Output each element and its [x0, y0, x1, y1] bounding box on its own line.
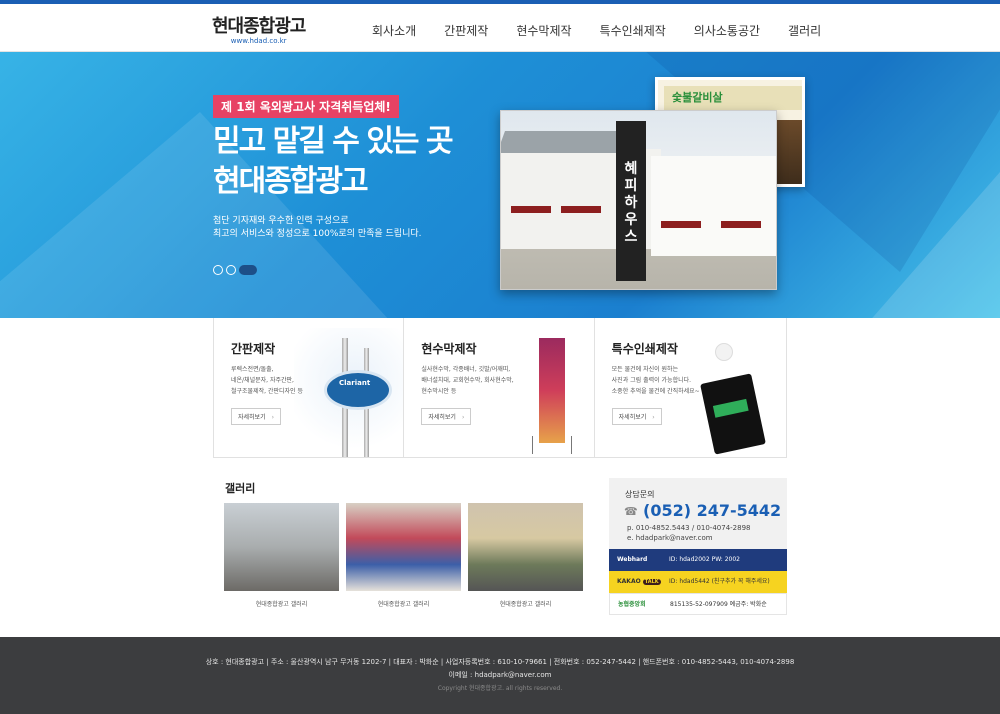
sign-oval-text: Clariant	[339, 379, 371, 387]
site-footer: 상호 : 현대종합광고 | 주소 : 울산광역시 남구 무거동 1202-7 |…	[0, 637, 1000, 714]
more-button[interactable]: 자세히보기	[231, 408, 282, 425]
x-banner-image	[539, 338, 566, 443]
gallery-caption[interactable]: 현대종합광고 갤러리	[468, 599, 583, 608]
logo-url: www.hdad.co.kr	[230, 37, 287, 45]
service-card-banner: 현수막제작 실사현수막, 각종배너, 깃발/어깨띠, 배너설치대, 교회현수막,…	[404, 318, 595, 457]
bank-info: 815135-52-097909 예금주: 박화순	[670, 601, 767, 608]
service-desc-line: 철구조물제작, 간판디자인 등	[231, 388, 303, 395]
hero-bg-shape	[860, 172, 1000, 318]
footer-copyright: Copyright 현대종합광고. all rights reserved.	[437, 685, 563, 692]
hero-description: 첨단 기자재와 우수한 인력 구성으로 최고의 서비스와 정성으로 100%로의…	[213, 215, 422, 241]
hero-headline-line1: 믿고 맡길 수 있는 곳	[213, 124, 454, 159]
service-desc-line: 네온/채널문자, 자주간판,	[231, 377, 294, 384]
photo-roof	[501, 131, 626, 153]
contact-mobile: p. 010-4852.5443 / 010-4074-2898	[627, 524, 751, 532]
service-desc-line: 모든 물건에 자신이 원하는	[611, 366, 679, 373]
more-button[interactable]: 자세히보기	[611, 408, 662, 425]
slider-dot-2[interactable]	[226, 265, 236, 275]
photo-awning	[721, 221, 761, 228]
gallery-item[interactable]: 현대종합광고 갤러리	[468, 503, 583, 608]
nav-company[interactable]: 회사소개	[372, 22, 416, 39]
bank-row: 농협중앙회 815135-52-097909 예금주: 박화순	[609, 593, 787, 615]
nav-banner[interactable]: 현수막제작	[516, 22, 571, 39]
golf-ball-image	[714, 343, 733, 361]
main-nav: 회사소개 간판제작 현수막제작 특수인쇄제작 의사소통공간 갤러리	[350, 22, 849, 39]
kakao-talk-icon: TALK	[642, 579, 661, 585]
notebook-label	[712, 398, 749, 418]
kakao-row: KAKAO TALK ID: hdad5442 (친구추가 꼭 해주세요)	[609, 571, 787, 593]
kakao-label: KAKAO TALK	[617, 571, 661, 593]
nav-special-print[interactable]: 특수인쇄제작	[600, 22, 666, 39]
gallery-thumbnail[interactable]	[468, 503, 583, 591]
gallery-list: 현대종합광고 갤러리 현대종합광고 갤러리 현대종합광고 갤러리	[224, 503, 590, 608]
nav-community[interactable]: 의사소통공간	[694, 22, 760, 39]
service-title: 특수인쇄제작	[611, 342, 678, 356]
gallery-title: 갤러리	[225, 482, 256, 495]
gallery-item[interactable]: 현대종합광고 갤러리	[224, 503, 339, 608]
logo[interactable]: 현대종합광고 www.hdad.co.kr	[212, 12, 306, 45]
slider-pagination	[213, 265, 260, 275]
service-desc-line: 현수막시안 등	[421, 388, 457, 395]
kakao-info: ID: hdad5442 (친구추가 꼭 해주세요)	[669, 578, 770, 585]
nav-sign[interactable]: 간판제작	[444, 22, 488, 39]
footer-email: 이메일 : hdadpark@naver.com	[448, 671, 552, 679]
photo-pillar-text: 혜피하우스	[624, 161, 638, 245]
hero-badge: 제 1회 옥외광고사 자격취득업체!	[213, 95, 399, 118]
phone-icon: ☎	[624, 505, 638, 518]
photo-awning	[511, 206, 551, 213]
service-card-special-print: 특수인쇄제작 모든 물건에 자신이 원하는 사진과 그림 출력이 가능합니다. …	[594, 318, 786, 457]
photo-sign-text: 숯불갈비살	[672, 91, 723, 104]
services-section: Clariant 간판제작 루렉스전면/돌출, 네온/채널문자, 자주간판, 철…	[213, 318, 787, 458]
contact-details: p. 010-4852.5443 / 010-4074-2898 e. hdad…	[627, 523, 750, 543]
photo-house-right	[651, 156, 776, 256]
gallery-thumbnail[interactable]	[224, 503, 339, 591]
logo-title: 현대종합광고	[212, 16, 306, 37]
gallery-caption[interactable]: 현대종합광고 갤러리	[346, 599, 461, 608]
gallery-item[interactable]: 현대종합광고 갤러리	[346, 503, 461, 608]
service-desc-line: 소중한 추억을 물건에 간직하세요~	[611, 388, 700, 395]
slider-dot-1[interactable]	[213, 265, 223, 275]
service-desc-line: 실사현수막, 각종배너, 깃발/어깨띠,	[421, 366, 511, 373]
hero-banner: 제 1회 옥외광고사 자격취득업체! 믿고 맡길 수 있는 곳 현대종합광고 첨…	[0, 52, 1000, 318]
service-desc-line: 배너설치대, 교회현수막, 회사현수막,	[421, 377, 514, 384]
service-description: 모든 물건에 자신이 원하는 사진과 그림 출력이 가능합니다. 소중한 추억을…	[612, 364, 722, 397]
photo-awning	[561, 206, 601, 213]
hero-desc-line2: 최고의 서비스와 정성으로 100%로의 만족을 드립니다.	[213, 229, 422, 239]
service-desc-line: 사진과 그림 출력이 가능합니다.	[611, 377, 692, 384]
hero-headline-line2: 현대종합광고	[213, 164, 369, 199]
gallery-thumbnail[interactable]	[346, 503, 461, 591]
hero-photo-front: 혜피하우스	[500, 110, 777, 290]
contact-box: 상담문의 ☎ (052) 247-5442 p. 010-4852.5443 /…	[609, 478, 787, 615]
hero-desc-line1: 첨단 기자재와 우수한 인력 구성으로	[213, 216, 349, 226]
service-title: 간판제작	[231, 342, 276, 356]
webhard-label: Webhard	[617, 556, 648, 563]
service-description: 실사현수막, 각종배너, 깃발/어깨띠, 배너설치대, 교회현수막, 회사현수막…	[421, 364, 531, 397]
service-title: 현수막제작	[421, 342, 477, 356]
contact-phone[interactable]: (052) 247-5442	[643, 501, 781, 520]
service-card-sign: Clariant 간판제작 루렉스전면/돌출, 네온/채널문자, 자주간판, 철…	[214, 318, 405, 457]
hero-headline: 믿고 맡길 수 있는 곳 현대종합광고	[213, 122, 454, 202]
slider-dot-3-active[interactable]	[239, 265, 257, 275]
bank-label: 농협중앙회	[618, 601, 646, 608]
photo-sign: 숯불갈비살	[664, 86, 802, 110]
service-desc-line: 루렉스전면/돌출,	[231, 366, 274, 373]
photo-awning	[661, 221, 701, 228]
gallery-caption[interactable]: 현대종합광고 갤러리	[224, 599, 339, 608]
footer-company-info: 상호 : 현대종합광고 | 주소 : 울산광역시 남구 무거동 1202-7 |…	[205, 658, 795, 666]
contact-email[interactable]: e. hdadpark@naver.com	[627, 533, 750, 543]
x-banner-stand	[532, 436, 573, 454]
webhard-info: ID: hdad2002 PW: 2002	[669, 556, 740, 563]
nav-gallery[interactable]: 갤러리	[788, 22, 821, 39]
more-button[interactable]: 자세히보기	[421, 408, 472, 425]
webhard-row: Webhard ID: hdad2002 PW: 2002	[609, 549, 787, 571]
service-description: 루렉스전면/돌출, 네온/채널문자, 자주간판, 철구조물제작, 간판디자인 등	[231, 364, 341, 397]
site-header: 현대종합광고 www.hdad.co.kr 회사소개 간판제작 현수막제작 특수…	[0, 4, 1000, 52]
kakao-label-text: KAKAO	[617, 578, 641, 585]
contact-label: 상담문의	[625, 490, 655, 499]
